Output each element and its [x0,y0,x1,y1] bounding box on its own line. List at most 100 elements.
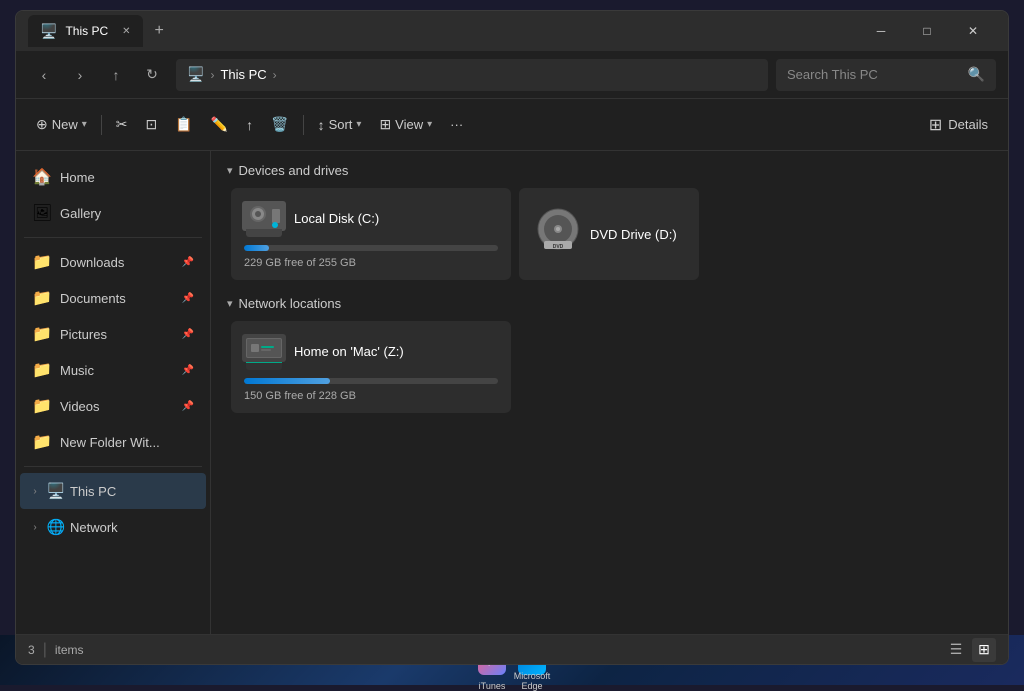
tab-close-button[interactable]: ✕ [122,26,130,37]
sidebar-gallery-label: Gallery [60,206,194,221]
pin-icon-pics: 📌 [182,329,194,340]
local-disk-c-free: 229 GB free of 255 GB [244,257,498,269]
sort-label: Sort [329,117,353,132]
music-folder-icon: 📁 [32,360,52,380]
network-section-chevron[interactable]: ▾ [227,297,233,310]
sidebar-downloads-label: Downloads [60,255,174,270]
refresh-button[interactable]: ↻ [136,59,168,91]
sidebar-item-pictures[interactable]: 📁 Pictures 📌 [20,316,206,352]
tab-icon: 🖥️ [40,23,57,40]
status-separator: | [43,641,47,659]
sidebar-item-downloads[interactable]: 📁 Downloads 📌 [20,244,206,280]
view-label: View [395,117,423,132]
local-disk-c-progress-fill [244,245,269,251]
copy-button[interactable]: ⊡ [138,107,166,143]
sidebar-divider-2 [24,466,202,467]
cut-button[interactable]: ✂ [108,107,136,143]
pin-icon-music: 📌 [182,365,194,376]
sidebar-new-folder-label: New Folder Wit... [60,435,194,450]
statusbar-view-controls: ☰ ⊞ [944,638,996,662]
sidebar: 🏠 Home 🖼 Gallery 📁 Downloads 📌 📁 Documen… [16,151,211,634]
this-pc-tree-icon: 🖥️ [46,482,66,500]
back-button[interactable]: ‹ [28,59,60,91]
paste-icon: 📋 [175,116,192,133]
sidebar-music-label: Music [60,363,174,378]
mac-z-free: 150 GB free of 228 GB [244,390,498,402]
toolbar: ⊕ New ▾ ✂ ⊡ 📋 ✏️ ↑ 🗑️ ↕ Sort ▾ [16,99,1008,151]
local-disk-icon [244,199,284,239]
pin-icon-docs: 📌 [182,293,194,304]
address-bar[interactable]: 🖥️ › This PC › [176,59,768,91]
details-button[interactable]: ⊞ Details [921,107,996,143]
sort-chevron-icon: ▾ [356,119,361,130]
active-tab[interactable]: 🖥️ This PC ✕ [28,15,143,47]
gallery-icon: 🖼 [32,203,52,223]
window-controls: ─ □ ✕ [858,15,996,47]
tab-title: This PC [65,24,108,38]
local-disk-c-card[interactable]: Local Disk (C:) 229 GB free of 255 GB [231,188,511,280]
share-button[interactable]: ↑ [238,107,261,143]
toolbar-separator-1 [101,115,102,135]
new-chevron-icon: ▾ [82,119,87,130]
view-icon: ⊞ [379,116,391,133]
pictures-folder-icon: 📁 [32,324,52,344]
network-drives-grid: Home on 'Mac' (Z:) 150 GB free of 228 GB [227,321,992,413]
rename-icon: ✏️ [211,116,228,133]
sidebar-pictures-label: Pictures [60,327,174,342]
drives-grid: Local Disk (C:) 229 GB free of 255 GB [227,188,992,280]
more-button[interactable]: ··· [442,107,471,143]
devices-section-chevron[interactable]: ▾ [227,164,233,177]
rename-button[interactable]: ✏️ [203,107,236,143]
copy-icon: ⊡ [146,116,158,133]
drive-top-c: Local Disk (C:) [244,199,498,239]
statusbar: 3 | items ☰ ⊞ [16,634,1008,664]
new-folder-icon: 📁 [32,432,52,452]
sidebar-item-videos[interactable]: 📁 Videos 📌 [20,388,206,424]
sidebar-item-new-folder[interactable]: 📁 New Folder Wit... [20,424,206,460]
pin-icon-videos: 📌 [182,401,194,412]
content-area: 🏠 Home 🖼 Gallery 📁 Downloads 📌 📁 Documen… [16,151,1008,634]
sidebar-item-music[interactable]: 📁 Music 📌 [20,352,206,388]
grid-view-button[interactable]: ⊞ [972,638,996,662]
list-view-button[interactable]: ☰ [944,638,968,662]
this-pc-chevron-icon: › [28,486,42,497]
sort-icon: ↕ [318,117,325,133]
up-button[interactable]: ↑ [100,59,132,91]
minimize-button[interactable]: ─ [858,15,904,47]
sort-button[interactable]: ↕ Sort ▾ [310,107,370,143]
network-chevron-icon: › [28,522,42,533]
sidebar-home-label: Home [60,170,194,185]
sidebar-tree-this-pc[interactable]: › 🖥️ This PC [20,473,206,509]
search-bar[interactable]: Search This PC 🔍 [776,59,996,91]
local-disk-c-progress-bar [244,245,498,251]
sidebar-item-gallery[interactable]: 🖼 Gallery [20,195,206,231]
local-disk-c-name: Local Disk (C:) [294,211,498,226]
dvd-drive-d-card[interactable]: DVD DVD Drive (D:) [519,188,699,280]
paste-button[interactable]: 📋 [167,107,200,143]
view-button[interactable]: ⊞ View ▾ [371,107,440,143]
forward-button[interactable]: › [64,59,96,91]
sidebar-item-home[interactable]: 🏠 Home [20,159,206,195]
item-count: 3 [28,643,35,657]
main-panel: ▾ Devices and drives [211,151,1008,634]
network-section-title: Network locations [239,296,342,311]
sidebar-item-documents[interactable]: 📁 Documents 📌 [20,280,206,316]
delete-button[interactable]: 🗑️ [263,107,296,143]
local-disk-c-info: Local Disk (C:) [294,211,498,228]
new-button[interactable]: ⊕ New ▾ [28,107,95,143]
dvd-drive-d-name: DVD Drive (D:) [590,227,677,242]
pin-icon: 📌 [182,257,194,268]
sidebar-this-pc-label: This PC [70,484,116,499]
home-icon: 🏠 [32,167,52,187]
drive-top-z: Home on 'Mac' (Z:) [244,332,498,372]
new-tab-button[interactable]: + [147,18,172,44]
maximize-button[interactable]: □ [904,15,950,47]
mac-z-name: Home on 'Mac' (Z:) [294,344,498,359]
sidebar-tree-network[interactable]: › 🌐 Network [20,509,206,545]
address-end-chevron: › [273,68,277,82]
mac-z-card[interactable]: Home on 'Mac' (Z:) 150 GB free of 228 GB [231,321,511,413]
toolbar-separator-2 [303,115,304,135]
network-drive-icon [244,332,284,372]
close-button[interactable]: ✕ [950,15,996,47]
dvd-icon: DVD [536,207,580,261]
